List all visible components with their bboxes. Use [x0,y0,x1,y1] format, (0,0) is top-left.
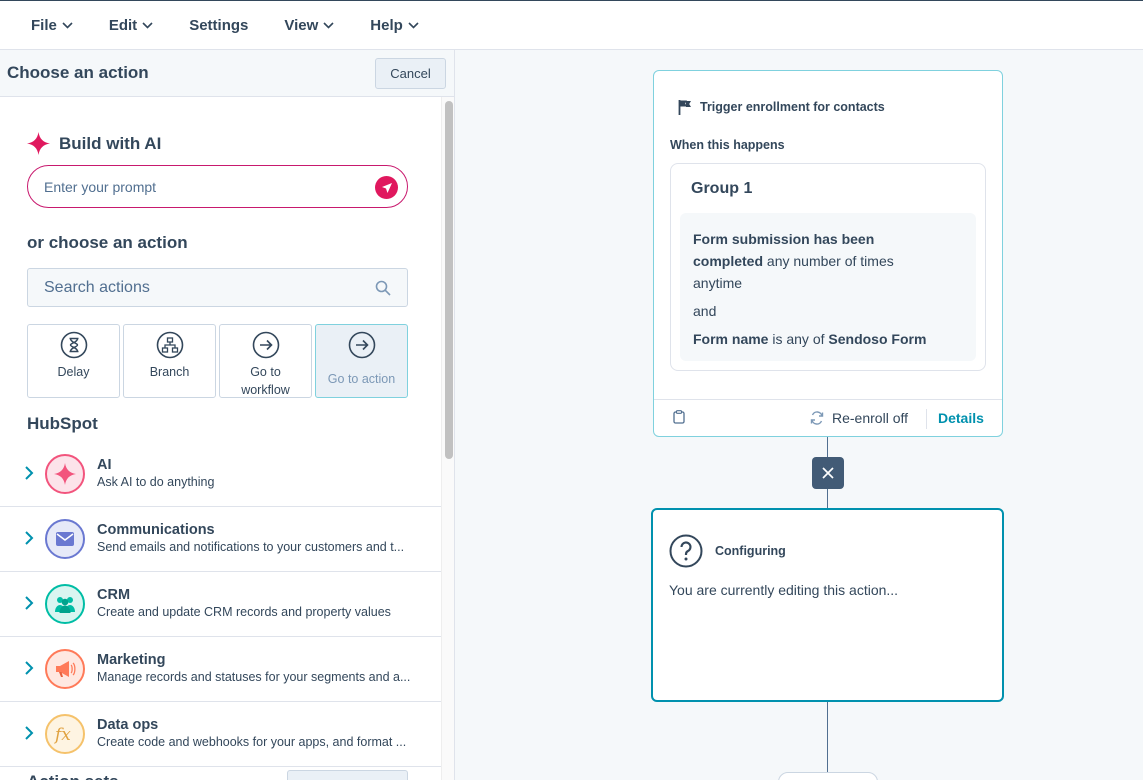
question-icon [669,534,703,568]
config-message: You are currently editing this action... [669,582,899,598]
trigger-header: Trigger enrollment for contacts [678,99,885,115]
create-action-set-button[interactable]: Create action set [287,770,408,780]
category-communications[interactable]: Communications Send emails and notificat… [0,507,441,572]
build-with-ai-heading: Build with AI [27,132,161,155]
branch-label: Branch [149,365,190,379]
panel-scrollbar[interactable] [441,97,454,780]
arrow-circle-icon [348,331,375,359]
panel-header: Choose an action Cancel [0,50,454,97]
function-icon: fx [45,714,85,754]
category-desc: Send emails and notifications to your cu… [97,540,405,554]
go-to-action-tile[interactable]: Go to action [315,324,408,398]
ai-prompt-field[interactable] [27,165,408,208]
branch-icon [156,331,183,359]
chevron-right-icon[interactable] [24,531,34,545]
category-desc: Manage records and statuses for your seg… [97,670,411,684]
workflow-canvas[interactable]: Trigger enrollment for contacts When thi… [455,50,1143,780]
menu-file[interactable]: File [31,17,73,34]
configuring-action-card[interactable]: Configuring You are currently editing th… [651,508,1004,702]
go-to-workflow-label: Go to workflow [241,365,290,397]
menu-edit[interactable]: Edit [109,17,153,34]
scrollbar-thumb[interactable] [445,101,453,459]
category-name: Data ops [97,717,159,733]
category-data-ops[interactable]: fx Data ops Create code and webhooks for… [0,702,441,767]
category-crm[interactable]: CRM Create and update CRM records and pr… [0,572,441,637]
chevron-down-icon [142,21,153,29]
category-name: Marketing [97,652,166,668]
cancel-button[interactable]: Cancel [375,57,446,89]
panel-title: Choose an action [7,63,149,82]
chevron-down-icon [62,21,73,29]
delete-action-button[interactable] [812,457,844,489]
and-label: and [693,303,717,319]
choose-action-panel: Choose an action Cancel Build with AI or… [0,50,455,780]
re-enroll-toggle[interactable]: Re-enroll off [810,410,908,426]
send-prompt-button[interactable] [375,176,398,199]
flag-icon [678,100,691,115]
chevron-right-icon[interactable] [24,726,34,740]
category-desc: Create and update CRM records and proper… [97,605,391,619]
config-title: Configuring [715,544,786,558]
category-marketing[interactable]: Marketing Manage records and statuses fo… [0,637,441,702]
chevron-right-icon[interactable] [24,661,34,675]
close-icon [822,467,834,479]
action-sets-heading: Action sets [27,772,119,780]
trigger-title: Trigger enrollment for contacts [700,100,885,114]
delay-label: Delay [57,365,90,379]
envelope-icon [45,519,85,559]
sparkle-icon [27,132,50,155]
hubspot-section-heading: HubSpot [27,414,98,433]
category-name: Communications [97,522,215,538]
menu-bar: File Edit Settings View Help [0,0,1143,50]
hourglass-icon [60,331,87,359]
category-name: AI [97,457,112,473]
chevron-right-icon[interactable] [24,596,34,610]
category-desc: Create code and webhooks for your apps, … [97,735,407,749]
chevron-down-icon [408,21,419,29]
group-conditions: Form submission has been completed any n… [680,213,976,361]
config-header: Configuring [669,534,786,568]
when-this-happens-label: When this happens [670,138,785,152]
footer-divider [926,409,927,429]
menu-help[interactable]: Help [370,17,419,34]
condition-form-name: Form name is any of Sendoso Form [693,331,927,347]
quick-actions: Delay Branch Go to workflow Go to action [27,324,411,398]
category-name: CRM [97,587,131,603]
connector-line [827,702,828,780]
category-ai[interactable]: AI Ask AI to do anything [0,442,441,507]
ai-prompt-input[interactable] [44,178,364,195]
arrow-circle-icon [252,331,279,359]
next-step-node[interactable] [778,772,878,780]
chevron-right-icon[interactable] [24,466,34,480]
go-to-workflow-tile[interactable]: Go to workflow [219,324,312,398]
search-actions-input[interactable] [44,278,364,297]
trigger-footer: Re-enroll off Details [654,399,1002,437]
condition-form-submission: Form submission has been completed any n… [693,231,894,291]
svg-text:fx: fx [53,725,71,744]
search-icon[interactable] [375,280,391,296]
send-icon [381,182,392,193]
or-choose-heading: or choose an action [27,233,188,252]
trigger-card[interactable]: Trigger enrollment for contacts When thi… [653,70,1003,437]
clipboard-icon[interactable] [673,410,685,424]
group-card[interactable]: Group 1 Form submission has been complet… [670,163,986,371]
chevron-down-icon [323,21,334,29]
menu-settings[interactable]: Settings [189,17,248,34]
search-actions-field[interactable] [27,268,408,307]
megaphone-icon [45,649,85,689]
category-desc: Ask AI to do anything [97,475,215,489]
go-to-action-label: Go to action [327,372,396,386]
details-link[interactable]: Details [938,410,984,426]
category-list: AI Ask AI to do anything Communications … [0,442,441,767]
ai-sparkle-icon [45,454,85,494]
people-icon [45,584,85,624]
group-title: Group 1 [691,180,753,197]
branch-action-tile[interactable]: Branch [123,324,216,398]
refresh-icon [810,411,824,425]
delay-action-tile[interactable]: Delay [27,324,120,398]
menu-view[interactable]: View [284,17,334,34]
